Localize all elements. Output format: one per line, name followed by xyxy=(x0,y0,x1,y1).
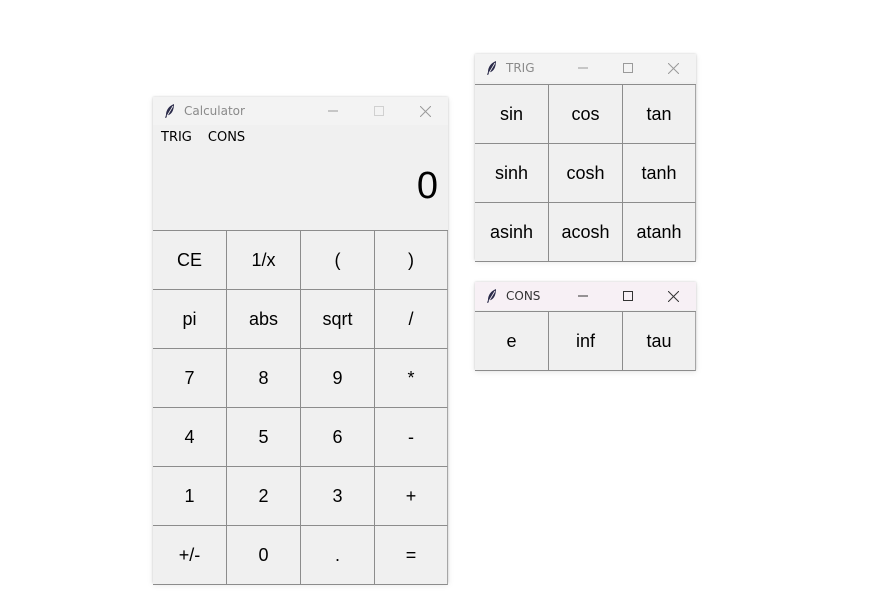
calculator-button[interactable]: ) xyxy=(375,231,448,290)
window-title: TRIG xyxy=(506,61,535,75)
window-title: Calculator xyxy=(184,104,245,118)
window-title: CONS xyxy=(506,289,541,303)
calculator-button[interactable]: sqrt xyxy=(301,290,375,349)
close-button[interactable] xyxy=(650,54,696,82)
trig-keypad: sin cos tan sinh cosh tanh asinh acosh atanh xyxy=(475,84,696,262)
calculator-button[interactable]: = xyxy=(375,526,448,585)
minimize-icon xyxy=(578,67,588,69)
calculator-button[interactable]: pi xyxy=(153,290,227,349)
calculator-button[interactable]: / xyxy=(375,290,448,349)
calculator-button[interactable]: 5 xyxy=(227,408,301,467)
maximize-button[interactable] xyxy=(606,282,650,310)
cons-button[interactable]: e xyxy=(475,312,549,371)
maximize-icon xyxy=(623,63,633,73)
trig-button[interactable]: asinh xyxy=(475,203,549,262)
menu-trig[interactable]: TRIG xyxy=(153,130,200,145)
trig-button[interactable]: sin xyxy=(475,85,549,144)
minimize-icon xyxy=(328,110,338,112)
trig-button[interactable]: sinh xyxy=(475,144,549,203)
calculator-button[interactable]: abs xyxy=(227,290,301,349)
calculator-window: Calculator TRIG CONS 0 CE 1/x() pi abs sqrt /… xyxy=(153,97,448,585)
calculator-button[interactable]: 1 xyxy=(153,467,227,526)
feather-icon xyxy=(484,60,500,76)
maximize-icon xyxy=(623,291,633,301)
calculator-button[interactable]: 4 xyxy=(153,408,227,467)
minimize-icon xyxy=(578,295,588,297)
calculator-button[interactable]: CE xyxy=(153,231,227,290)
minimize-button[interactable] xyxy=(560,54,606,82)
cons-window: CONS e inf tau xyxy=(475,282,696,371)
calculator-button[interactable]: + xyxy=(375,467,448,526)
maximize-button[interactable] xyxy=(606,54,650,82)
feather-icon xyxy=(484,288,500,304)
calculator-button[interactable]: +/- xyxy=(153,526,227,585)
menu-cons[interactable]: CONS xyxy=(200,130,253,145)
calculator-button[interactable]: 9 xyxy=(301,349,375,408)
display-value: 0 xyxy=(416,165,438,207)
cons-button[interactable]: inf xyxy=(549,312,623,371)
cons-titlebar[interactable]: CONS xyxy=(475,282,696,310)
trig-button[interactable]: atanh xyxy=(623,203,696,262)
calculator-button[interactable]: 1/x xyxy=(227,231,301,290)
trig-button[interactable]: acosh xyxy=(549,203,623,262)
calculator-button[interactable]: 7 xyxy=(153,349,227,408)
calculator-keypad: CE 1/x() pi abs sqrt/ 7 8 9 * 4 5 6- 1 2 3 + +/- 0. = xyxy=(153,230,448,585)
calculator-titlebar[interactable]: Calculator xyxy=(153,97,448,125)
trig-button[interactable]: cos xyxy=(549,85,623,144)
calculator-button[interactable]: ( xyxy=(301,231,375,290)
calculator-button[interactable]: . xyxy=(301,526,375,585)
calculator-button[interactable]: 0 xyxy=(227,526,301,585)
cons-keypad: e inf tau xyxy=(475,311,696,371)
calculator-button[interactable]: * xyxy=(375,349,448,408)
calculator-button[interactable]: 6 xyxy=(301,408,375,467)
calculator-button[interactable]: 3 xyxy=(301,467,375,526)
trig-button[interactable]: tanh xyxy=(623,144,696,203)
minimize-button[interactable] xyxy=(560,282,606,310)
close-button[interactable] xyxy=(650,282,696,310)
calculator-button[interactable]: 2 xyxy=(227,467,301,526)
trig-titlebar[interactable]: TRIG xyxy=(475,54,696,82)
trig-window: TRIG sin cos tan sinh cosh tanh asinh acosh atan… xyxy=(475,54,696,262)
trig-button[interactable]: tan xyxy=(623,85,696,144)
close-button[interactable] xyxy=(402,97,448,125)
close-icon xyxy=(419,105,431,117)
menubar: TRIG CONS xyxy=(153,125,448,149)
calculator-button[interactable]: 8 xyxy=(227,349,301,408)
trig-button[interactable]: cosh xyxy=(549,144,623,203)
feather-icon xyxy=(162,103,178,119)
cons-button[interactable]: tau xyxy=(623,312,696,371)
minimize-button[interactable] xyxy=(310,97,356,125)
maximize-button xyxy=(356,97,402,125)
close-icon xyxy=(667,62,679,74)
close-icon xyxy=(667,290,679,302)
calculator-button[interactable]: - xyxy=(375,408,448,467)
maximize-icon xyxy=(374,106,384,116)
